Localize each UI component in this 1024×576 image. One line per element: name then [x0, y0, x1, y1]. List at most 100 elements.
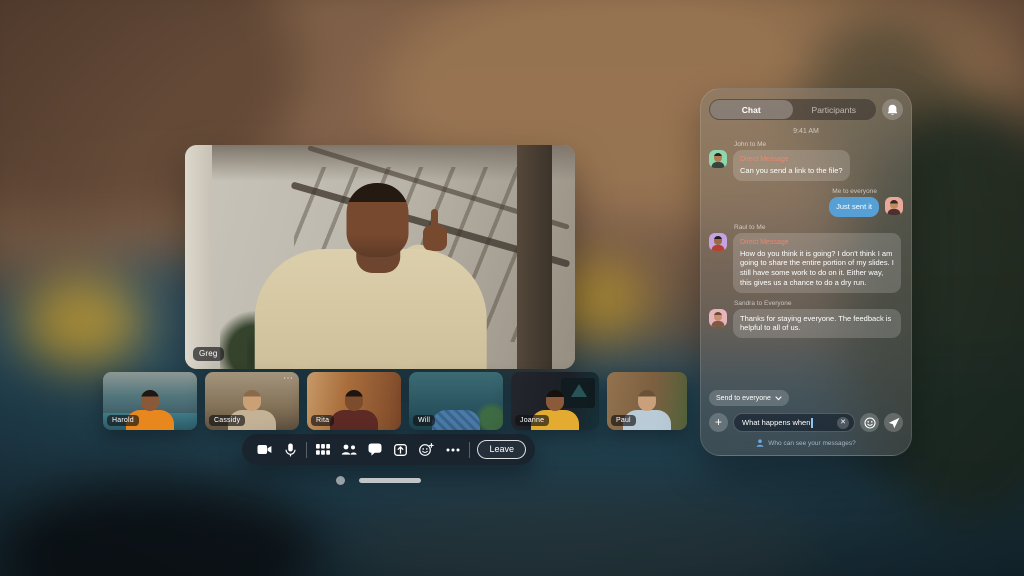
message-sender-label: Raul to Me [734, 224, 903, 231]
figure-head [345, 390, 363, 411]
figure-head [638, 390, 656, 411]
chat-timestamp: 9:41 AM [709, 128, 903, 135]
plus-icon: + [715, 416, 722, 428]
share-screen-button[interactable] [388, 437, 414, 463]
message-bubble[interactable]: Direct Message Can you send a link to th… [733, 150, 850, 181]
call-control-bar: Leave [242, 434, 535, 465]
tab-chat[interactable]: Chat [710, 100, 793, 119]
avatar-head [714, 236, 722, 245]
participant-tile-paul[interactable]: Paul [607, 372, 687, 430]
speaker-name-badge: Greg [193, 347, 224, 361]
message-sender-label: Me to everyone [709, 188, 877, 195]
bell-icon [887, 104, 898, 116]
message-row: Just sent it [709, 197, 903, 217]
clear-input-button[interactable]: ✕ [837, 417, 849, 429]
composer-row: + What happens when ✕ [709, 413, 903, 432]
participant-tile-joanne[interactable]: Joanne [511, 372, 599, 430]
avatar-body [712, 321, 725, 327]
message-group: Sandra to Everyone Thanks for staying ev… [709, 300, 903, 346]
video-call-screen: Greg Harold ⋯ Cassidy Rita Will Joanne [0, 0, 1024, 576]
participant-name-badge: Rita [311, 415, 334, 426]
avatar [709, 309, 727, 327]
layout-button[interactable] [310, 437, 336, 463]
chevron-down-icon [775, 396, 782, 401]
microphone-icon [285, 443, 296, 457]
participant-tile-will[interactable]: Will [409, 372, 503, 430]
window-close-button[interactable] [336, 476, 345, 485]
tab-participants[interactable]: Participants [793, 100, 876, 119]
share-screen-icon [394, 444, 407, 456]
message-group: Me to everyone Just sent it [709, 188, 903, 224]
message-list: John to Me Direct Message Can you send a… [709, 141, 903, 345]
participant-tile-harold[interactable]: Harold [103, 372, 197, 430]
message-bubble[interactable]: Thanks for staying everyone. The feedbac… [733, 309, 901, 339]
participant-name-badge: Harold [107, 415, 139, 426]
participant-name-badge: Will [413, 415, 435, 426]
avatar-head [714, 312, 722, 321]
more-ellipsis-icon [446, 448, 460, 452]
avatar-head [714, 153, 722, 162]
figure-body [432, 410, 480, 430]
direct-message-tag: Direct Message [740, 155, 843, 164]
avatar-body [888, 209, 901, 215]
video-camera-icon [257, 444, 272, 455]
message-sender-label: Sandra to Everyone [734, 300, 903, 307]
message-bubble[interactable]: Direct Message How do you think it is go… [733, 233, 901, 293]
avatar-body [712, 245, 725, 251]
attach-button[interactable]: + [709, 413, 728, 432]
message-group: Raul to Me Direct Message How do you thi… [709, 224, 903, 300]
window-controls [336, 476, 421, 485]
message-bubble[interactable]: Just sent it [829, 197, 879, 217]
participant-tile-rita[interactable]: Rita [307, 372, 401, 430]
chat-bubble-icon [368, 443, 382, 456]
message-row: Thanks for staying everyone. The feedbac… [709, 309, 903, 339]
message-input-value: What happens when [742, 418, 810, 427]
participant-name-badge: Paul [611, 415, 636, 426]
participant-figure [426, 390, 486, 430]
participant-tile-cassidy[interactable]: ⋯ Cassidy [205, 372, 299, 430]
avatar-head [890, 200, 898, 209]
avatar [709, 150, 727, 168]
send-to-label: Send to everyone [716, 395, 771, 402]
message-group: John to Me Direct Message Can you send a… [709, 141, 903, 188]
message-text: Thanks for staying everyone. The feedbac… [740, 314, 894, 334]
chat-panel-header: Chat Participants [709, 99, 903, 120]
participant-name-badge: Joanne [515, 415, 549, 426]
participant-filmstrip: Harold ⋯ Cassidy Rita Will Joanne Paul [103, 372, 687, 430]
smiley-icon [864, 417, 876, 429]
direct-message-tag: Direct Message [740, 238, 894, 247]
chat-button[interactable] [362, 437, 388, 463]
message-composer: Send to everyone + What happens when ✕ [709, 387, 903, 448]
reactions-smiley-plus-icon [419, 443, 434, 456]
figure-head [141, 390, 159, 411]
figure-body [330, 410, 378, 430]
chat-panel: Chat Participants 9:41 AM John to Me Dir… [700, 88, 912, 456]
more-button[interactable] [440, 437, 466, 463]
paper-plane-icon [888, 417, 900, 429]
message-row: Direct Message How do you think it is go… [709, 233, 903, 293]
camera-button[interactable] [251, 437, 277, 463]
main-video-tile[interactable]: Greg [185, 145, 575, 369]
emoji-button[interactable] [860, 413, 879, 432]
message-text: Just sent it [836, 202, 872, 212]
window-drag-bar[interactable] [359, 478, 421, 483]
figure-head [546, 390, 564, 411]
message-text: How do you think it is going? I don't th… [740, 249, 894, 288]
figure-head [243, 390, 261, 411]
send-to-dropdown[interactable]: Send to everyone [709, 390, 789, 406]
privacy-note: Who can see your messages? [709, 439, 903, 447]
avatar-body [712, 162, 725, 168]
divider [469, 442, 470, 458]
message-sender-label: John to Me [734, 141, 903, 148]
message-text: Can you send a link to the file? [740, 166, 843, 176]
participants-button[interactable] [336, 437, 362, 463]
message-input[interactable]: What happens when ✕ [733, 413, 855, 432]
leave-button[interactable]: Leave [477, 440, 526, 459]
message-row: Direct Message Can you send a link to th… [709, 150, 903, 181]
reactions-button[interactable] [414, 437, 440, 463]
tab-switcher: Chat Participants [709, 99, 876, 120]
tile-more-icon[interactable]: ⋯ [283, 374, 294, 384]
send-button[interactable] [884, 413, 903, 432]
microphone-button[interactable] [277, 437, 303, 463]
notifications-button[interactable] [882, 99, 903, 120]
